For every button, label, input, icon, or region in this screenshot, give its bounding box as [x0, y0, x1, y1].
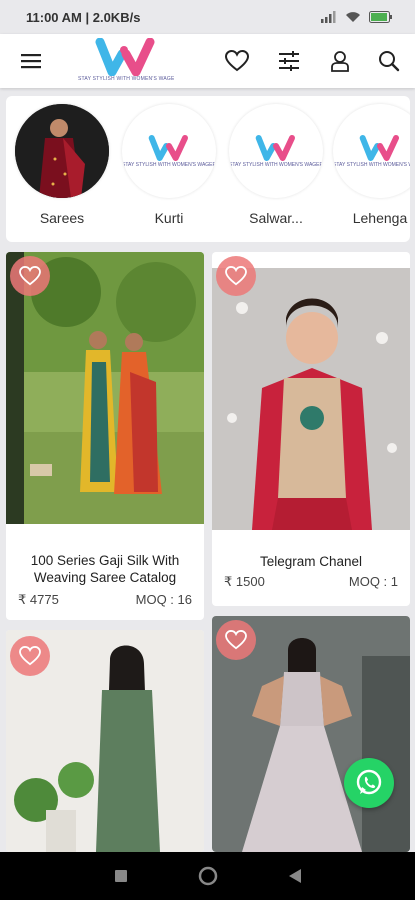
- product-card[interactable]: [6, 630, 204, 852]
- heart-icon: [225, 266, 247, 286]
- status-bar: 11:00 AM | 2.0KB/s: [0, 0, 415, 34]
- product-card[interactable]: [212, 616, 410, 852]
- recent-apps-icon[interactable]: [114, 869, 128, 883]
- product-card[interactable]: 100 Series Gaji Silk With Weaving Saree …: [6, 252, 204, 620]
- battery-icon: [369, 11, 392, 23]
- product-price: ₹ 4775: [18, 592, 59, 607]
- category-label: Salwar...: [249, 210, 303, 226]
- heart-icon: [19, 266, 41, 286]
- category-item-sarees[interactable]: Sarees: [14, 104, 110, 226]
- brand-logo[interactable]: STAY STYLISH WITH WOMEN'S WAGER: [78, 37, 174, 86]
- wishlist-button[interactable]: [216, 256, 256, 296]
- category-carousel: Sarees STAY STYLISH WITH WOMEN'S WAGER K…: [6, 96, 410, 242]
- category-label: Kurti: [154, 210, 184, 226]
- search-icon[interactable]: [374, 46, 404, 76]
- product-moq: MOQ : 1: [348, 574, 398, 589]
- category-image: STAY STYLISH WITH WOMEN'S WAGER: [333, 104, 410, 198]
- menu-icon[interactable]: [16, 46, 46, 76]
- product-name: Telegram Chanel: [259, 554, 363, 569]
- app-header: STAY STYLISH WITH WOMEN'S WAGER: [0, 34, 415, 88]
- product-name: 100 Series Gaji Silk With Weaving Saree …: [30, 553, 180, 585]
- home-icon[interactable]: [198, 866, 218, 886]
- category-item-salwar[interactable]: STAY STYLISH WITH WOMEN'S WAGER Salwar..…: [228, 104, 324, 226]
- user-icon[interactable]: [325, 46, 355, 76]
- logo-tagline: STAY STYLISH WITH WOMEN'S WAGER: [229, 162, 323, 168]
- filter-icon[interactable]: [274, 46, 304, 76]
- whatsapp-button[interactable]: [344, 758, 394, 808]
- status-time: 11:00 AM | 2.0KB/s: [26, 9, 141, 25]
- wishlist-button[interactable]: [216, 620, 256, 660]
- logo-tagline: STAY STYLISH WITH WOMEN'S WAGER: [333, 162, 410, 168]
- category-item-lehenga[interactable]: STAY STYLISH WITH WOMEN'S WAGER Lehenga: [332, 104, 410, 226]
- category-item-kurti[interactable]: STAY STYLISH WITH WOMEN'S WAGER Kurti: [121, 104, 217, 226]
- whatsapp-icon: [356, 769, 382, 795]
- category-label: Lehenga: [352, 210, 408, 226]
- heart-icon: [19, 646, 41, 666]
- category-image: [15, 104, 109, 198]
- product-card[interactable]: Telegram Chanel ₹ 1500 MOQ : 1: [212, 252, 410, 606]
- signal-icon: [321, 11, 336, 23]
- heart-icon: [225, 630, 247, 650]
- product-price: ₹ 1500: [224, 574, 265, 589]
- category-label: Sarees: [39, 210, 85, 226]
- back-icon[interactable]: [288, 868, 302, 884]
- wifi-icon: [346, 12, 360, 22]
- heart-icon[interactable]: [222, 46, 252, 76]
- wishlist-button[interactable]: [10, 636, 50, 676]
- category-image: STAY STYLISH WITH WOMEN'S WAGER: [122, 104, 216, 198]
- product-image: [212, 268, 410, 530]
- category-image: STAY STYLISH WITH WOMEN'S WAGER: [229, 104, 323, 198]
- system-nav-bar: [0, 852, 415, 900]
- logo-tagline: STAY STYLISH WITH WOMEN'S WAGER: [122, 162, 216, 168]
- wishlist-button[interactable]: [10, 256, 50, 296]
- status-icons: [321, 11, 393, 23]
- logo-tagline: STAY STYLISH WITH WOMEN'S WAGER: [78, 76, 174, 82]
- product-moq: MOQ : 16: [135, 592, 192, 607]
